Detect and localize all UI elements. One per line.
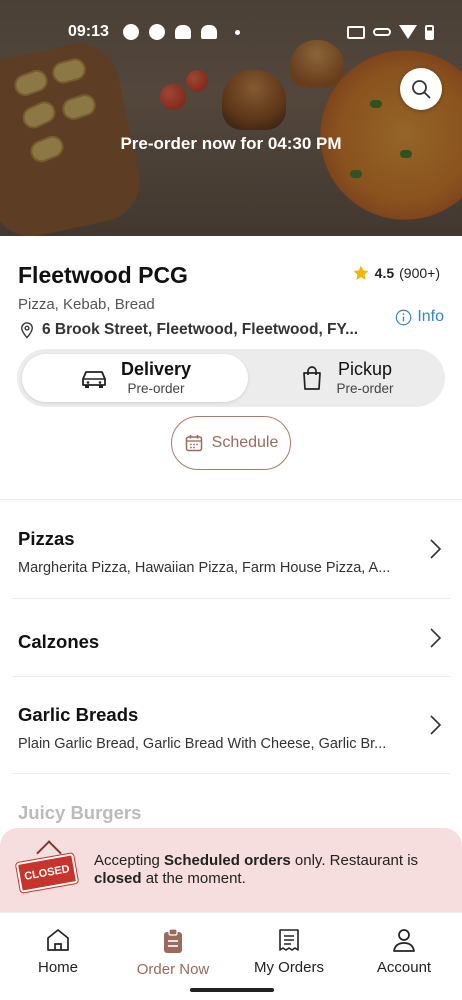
info-label: Info	[417, 308, 444, 325]
nav-account-label: Account	[376, 959, 432, 976]
vpn-key-icon	[373, 28, 391, 36]
schedule-label: Schedule	[211, 434, 279, 451]
rating-score: 4.5	[374, 265, 395, 281]
rating-count: (900+)	[399, 265, 440, 281]
closed-text-bold: closed	[94, 869, 142, 887]
notification-icon	[122, 24, 139, 40]
nav-my-orders-label: My Orders	[253, 959, 324, 976]
category-description: Plain Garlic Bread, Garlic Bread With Ch…	[18, 736, 387, 752]
info-icon	[395, 309, 412, 325]
user-icon	[393, 929, 415, 952]
list-divider	[12, 598, 450, 599]
nav-home-label: Home	[37, 959, 78, 976]
order-mode-toggle: Delivery Pre-order Pickup Pre-order	[17, 349, 445, 407]
nav-order-now[interactable]: Order Now	[115, 927, 231, 978]
chevron-right-icon[interactable]	[428, 627, 442, 649]
chevron-right-icon[interactable]	[428, 538, 442, 560]
category-juicy-burgers[interactable]: Juicy Burgers	[18, 802, 141, 824]
cast-icon	[347, 25, 365, 39]
search-button[interactable]	[400, 68, 442, 110]
closed-sign-icon: CLOSED	[14, 851, 80, 895]
category-title: Calzones	[18, 631, 100, 652]
closed-notice-banner: CLOSED Accepting Scheduled orders only. …	[0, 828, 462, 912]
chevron-right-icon[interactable]	[428, 714, 442, 736]
closed-text-bold: Scheduled orders	[164, 852, 291, 869]
pickup-option[interactable]: Pickup Pre-order	[253, 354, 441, 402]
bottom-navigation: Home Order Now My Orders Account	[0, 912, 462, 1000]
delivery-label: Delivery	[120, 358, 192, 379]
order-icon	[164, 928, 182, 953]
address-text: 6 Brook Street, Fleetwood, Fleetwood, FY…	[42, 321, 359, 338]
star-icon	[353, 265, 369, 280]
category-calzones[interactable]: Calzones	[18, 631, 438, 653]
schedule-button[interactable]: Schedule	[171, 416, 291, 470]
nav-account[interactable]: Account	[346, 927, 462, 976]
android-icon	[174, 25, 191, 39]
status-bar: 09:13	[68, 20, 434, 44]
nav-my-orders[interactable]: My Orders	[231, 927, 347, 976]
closed-text-part: only. Restaurant is	[290, 852, 419, 869]
location-pin-icon	[21, 322, 33, 339]
system-home-indicator[interactable]	[190, 988, 274, 992]
list-divider	[12, 676, 450, 677]
pickup-label: Pickup	[337, 358, 393, 379]
closed-text-part: Accepting	[94, 852, 165, 869]
calendar-icon	[185, 435, 202, 452]
search-icon	[412, 80, 431, 99]
delivery-sublabel: Pre-order	[127, 380, 185, 396]
wifi-icon	[399, 25, 417, 39]
info-link[interactable]: Info	[395, 308, 444, 326]
restaurant-address: 6 Brook Street, Fleetwood, Fleetwood, FY…	[18, 321, 358, 339]
pickup-sublabel: Pre-order	[336, 380, 394, 396]
category-description: Margherita Pizza, Hawaiian Pizza, Farm H…	[18, 560, 391, 576]
closed-notice-text: Accepting Scheduled orders only. Restaur…	[94, 852, 434, 887]
android-icon	[200, 25, 217, 39]
section-divider	[0, 499, 462, 500]
restaurant-name: Fleetwood PCG	[18, 262, 188, 288]
cuisine-list: Pizza, Kebab, Bread	[18, 296, 155, 313]
home-icon	[47, 929, 69, 951]
sync-icon	[148, 24, 165, 40]
preorder-banner-text: Pre-order now for 04:30 PM	[120, 134, 342, 153]
category-pizzas[interactable]: Pizzas Margherita Pizza, Hawaiian Pizza,…	[18, 528, 438, 576]
rating: 4.5 (900+)	[352, 264, 440, 282]
category-title: Garlic Breads	[18, 704, 139, 725]
battery-icon	[425, 24, 434, 40]
car-icon	[82, 371, 106, 388]
shopping-bag-icon	[303, 366, 322, 390]
closed-text-part: at the moment.	[141, 869, 246, 887]
list-divider	[12, 773, 450, 774]
more-notifications-dot-icon	[234, 29, 240, 35]
nav-order-now-label: Order Now	[136, 961, 210, 978]
receipt-icon	[279, 929, 299, 951]
category-garlic-breads[interactable]: Garlic Breads Plain Garlic Bread, Garlic…	[18, 704, 438, 752]
delivery-option[interactable]: Delivery Pre-order	[22, 354, 248, 402]
category-title: Pizzas	[18, 528, 75, 549]
nav-home[interactable]: Home	[0, 927, 116, 976]
status-time: 09:13	[68, 23, 109, 40]
